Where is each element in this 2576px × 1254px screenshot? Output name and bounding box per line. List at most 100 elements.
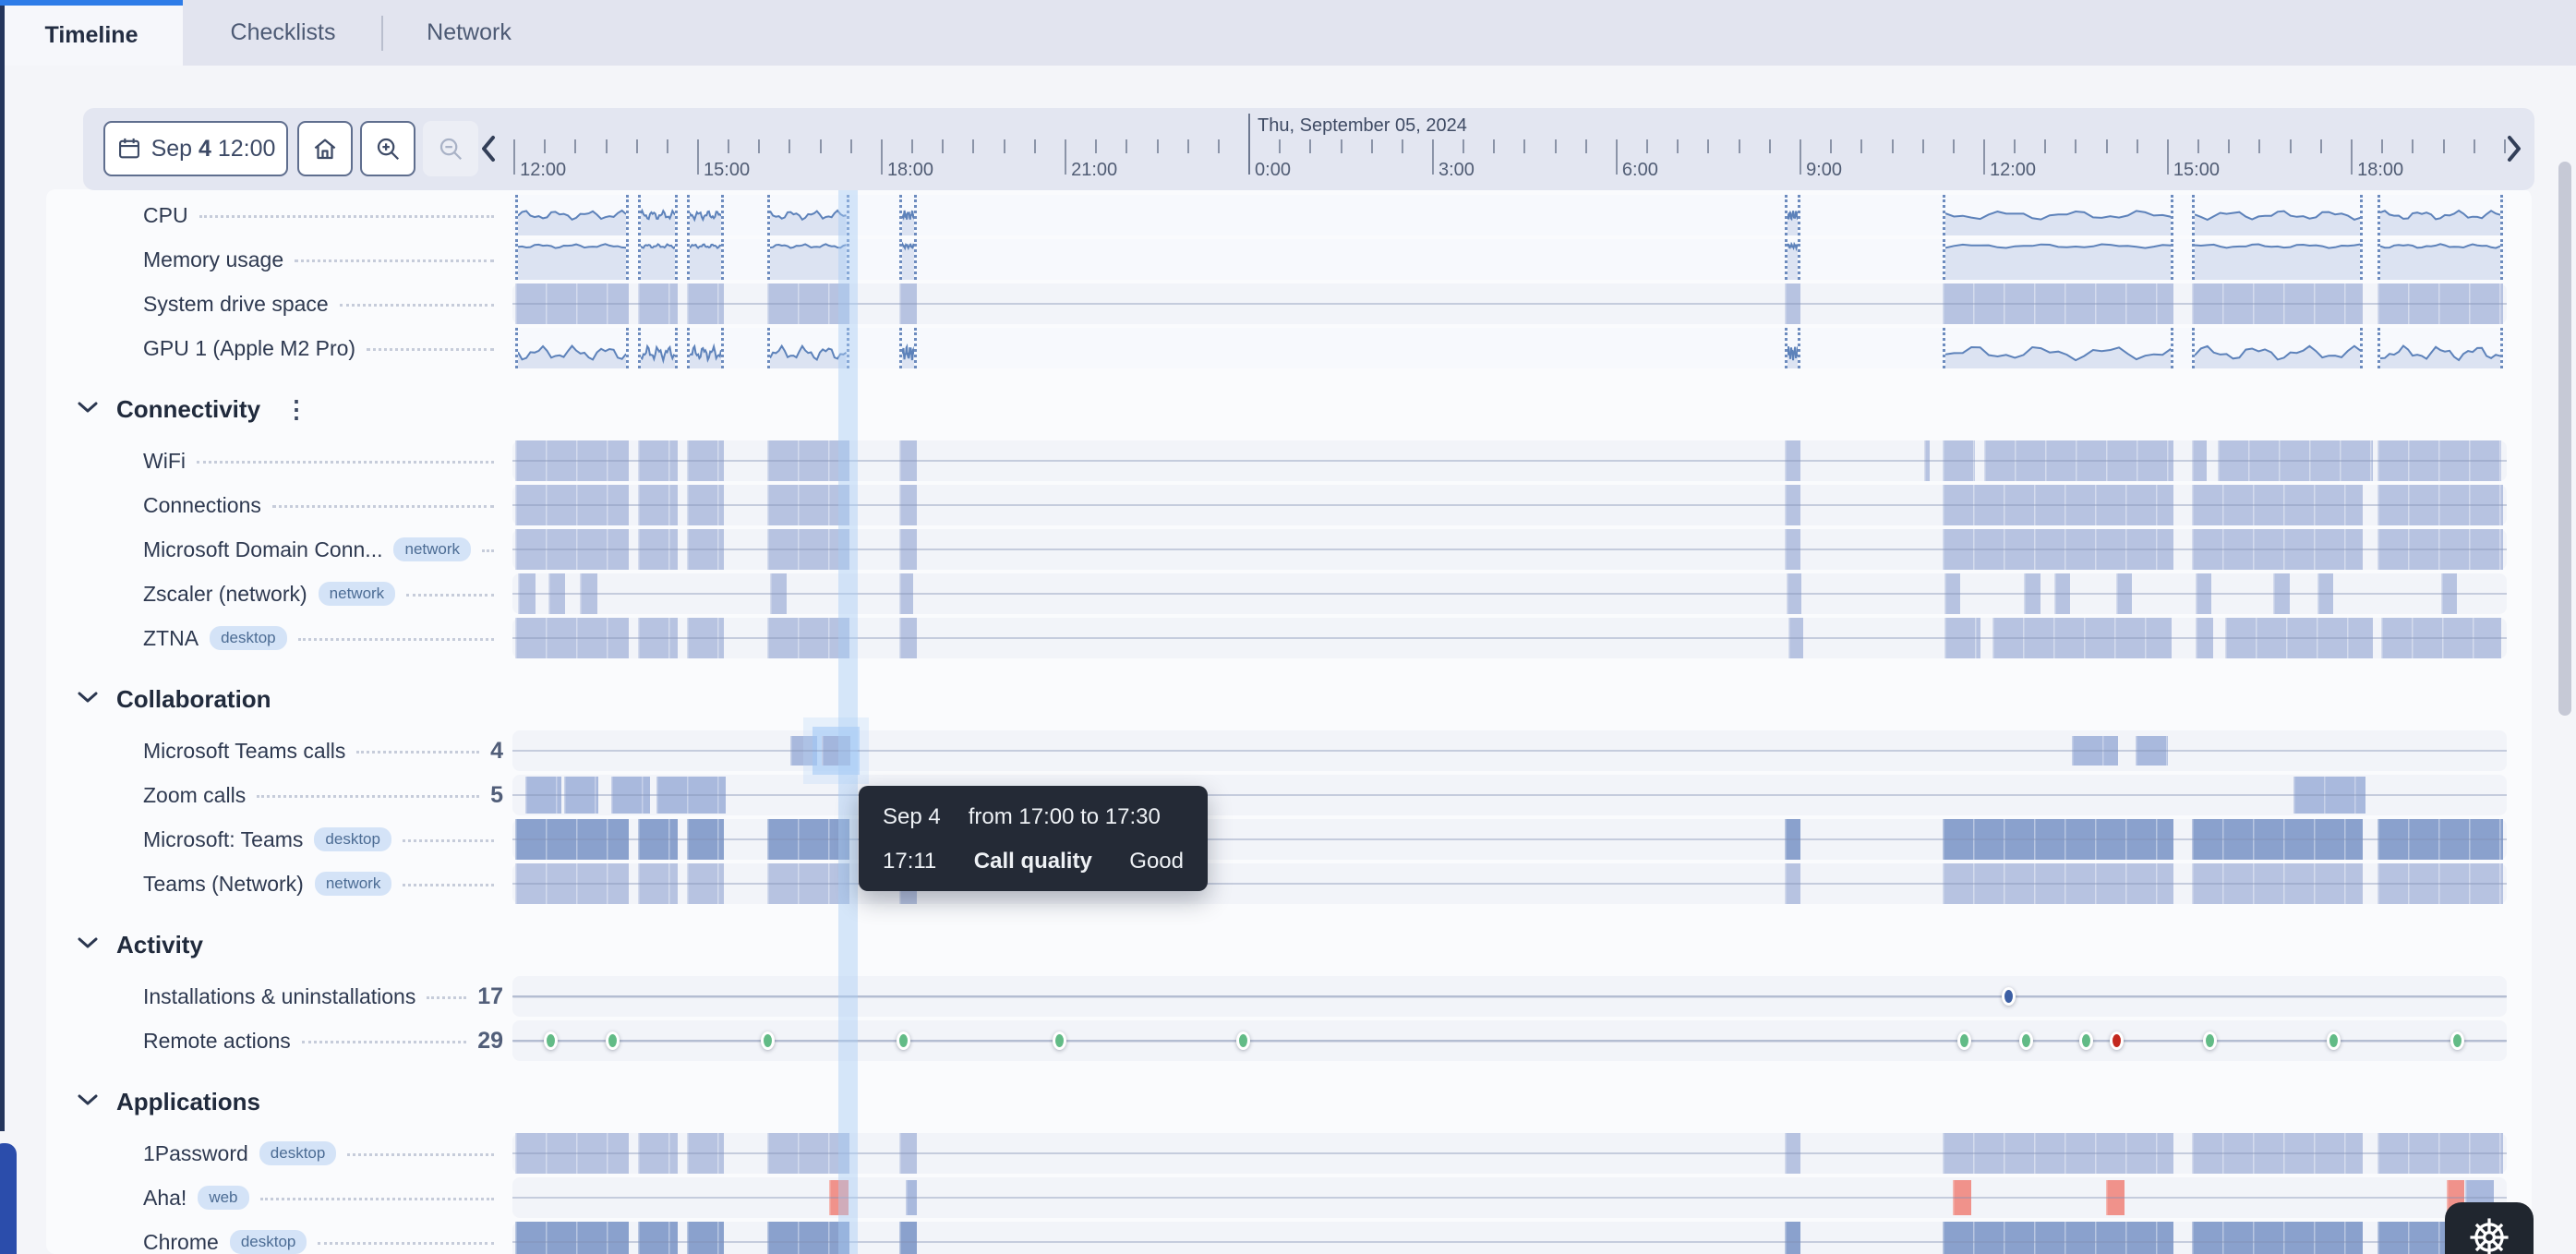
event-dot-green[interactable] [1236, 1031, 1250, 1050]
call-quality-tooltip: Sep 4 from 17:00 to 17:30 17:11 Call qua… [859, 786, 1208, 891]
ruler-major-tick [697, 139, 699, 175]
usage-segment[interactable] [638, 1222, 678, 1254]
ruler-minor-tick [758, 139, 760, 153]
row-labelzone: Aha!web [51, 1176, 512, 1220]
row-track[interactable] [512, 239, 2507, 280]
ruler-minor-tick [1218, 139, 1220, 153]
dotted-leader [367, 348, 494, 351]
tab-checklists[interactable]: Checklists [185, 0, 381, 66]
sparkline-segment [515, 239, 629, 280]
timeline-row-microsoft-domain-conn: Microsoft Domain Conn...network [51, 527, 2530, 572]
ruler-minor-tick [1279, 139, 1281, 153]
zoom-out-icon [437, 135, 464, 163]
ruler-minor-tick [1892, 139, 1894, 153]
ruler-minor-tick [1646, 139, 1648, 153]
pan-left-button[interactable] [476, 128, 500, 169]
row-track[interactable] [512, 529, 2507, 570]
row-track[interactable] [512, 730, 2507, 771]
tooltip-timestamp: 17:11 [883, 849, 936, 874]
usage-segment[interactable] [1943, 1222, 2174, 1254]
support-button[interactable] [2445, 1202, 2534, 1254]
ruler-minor-tick [1739, 139, 1740, 153]
row-track[interactable] [512, 819, 2507, 860]
row-labelzone: Remote actions29 [51, 1019, 512, 1063]
event-dot-green[interactable] [2079, 1031, 2093, 1050]
row-track[interactable] [512, 573, 2507, 614]
ruler-minor-tick [788, 139, 790, 153]
event-dot-green[interactable] [606, 1031, 620, 1050]
usage-segment[interactable] [899, 1222, 917, 1254]
event-dot-green[interactable] [761, 1031, 775, 1050]
event-dot-green[interactable] [2203, 1031, 2217, 1050]
event-dot-blue[interactable] [2002, 987, 2016, 1006]
section-collapse-chevron-icon[interactable] [78, 1093, 98, 1111]
zoom-out-button[interactable] [423, 121, 478, 176]
sparkline-segment [1785, 195, 1800, 235]
sparkline-chart [641, 239, 675, 280]
usage-segment[interactable] [2192, 1222, 2364, 1254]
row-track[interactable] [512, 1133, 2507, 1174]
row-labelzone: Microsoft Domain Conn...network [51, 527, 512, 572]
sparkline-segment [1785, 328, 1800, 368]
event-dot-green[interactable] [544, 1031, 558, 1050]
tab-network[interactable]: Network [381, 0, 557, 66]
ruler-tick-label: 0:00 [1255, 160, 1291, 181]
section-kebab-menu-icon[interactable]: ⋮ [284, 404, 308, 415]
ruler-minor-tick [1707, 139, 1709, 153]
ruler-minor-tick [2443, 139, 2445, 153]
usage-segment[interactable] [767, 1222, 849, 1254]
sparkline-segment [638, 328, 678, 368]
row-track[interactable] [512, 618, 2507, 658]
row-track[interactable] [512, 775, 2507, 815]
row-badge-network: network [319, 582, 396, 606]
usage-segment[interactable] [515, 1222, 629, 1254]
date-picker-label: Sep 4 12:00 [151, 136, 276, 163]
row-label: Teams (Network) [143, 872, 304, 897]
event-dot-green[interactable] [2019, 1031, 2033, 1050]
sparkline-chart [902, 239, 914, 280]
event-dot-red[interactable] [2110, 1031, 2124, 1050]
row-track[interactable] [512, 1177, 2507, 1218]
section-collapse-chevron-icon[interactable] [78, 691, 98, 708]
usage-segment[interactable] [1785, 1222, 1800, 1254]
dotted-leader [347, 1153, 494, 1156]
sparkline-segment [1785, 239, 1800, 280]
ruler-tick-label: 15:00 [704, 160, 750, 181]
event-dot-green[interactable] [2327, 1031, 2341, 1050]
event-dot-green[interactable] [1957, 1031, 1971, 1050]
section-collapse-chevron-icon[interactable] [78, 936, 98, 954]
zoom-in-button[interactable] [360, 121, 415, 176]
row-track[interactable] [512, 976, 2507, 1017]
feedback-tab-handle[interactable] [0, 1143, 17, 1254]
row-track[interactable] [512, 485, 2507, 525]
row-badge-desktop: desktop [210, 626, 287, 650]
row-track[interactable] [512, 328, 2507, 368]
event-dot-green[interactable] [2450, 1031, 2464, 1050]
row-midline [512, 303, 2507, 305]
section-collapse-chevron-icon[interactable] [78, 401, 98, 418]
tab-timeline[interactable]: Timeline [0, 0, 183, 66]
sparkline-chart [2195, 195, 2361, 235]
event-dot-green[interactable] [1053, 1031, 1066, 1050]
home-icon [311, 135, 339, 163]
event-dot-green[interactable] [897, 1031, 910, 1050]
dotted-leader [199, 215, 494, 218]
home-button[interactable] [297, 121, 353, 176]
row-track[interactable] [512, 1020, 2507, 1061]
row-track[interactable] [512, 863, 2507, 904]
vertical-scrollbar[interactable] [2558, 162, 2571, 716]
row-track[interactable] [512, 283, 2507, 324]
timeline-toolbar: Sep 4 12:00 12:0015:0018:0021:000:00Thu,… [83, 108, 2534, 190]
row-labelzone: Installations & uninstallations17 [51, 974, 512, 1019]
ruler-minor-tick [2137, 139, 2138, 153]
row-midline [512, 593, 2507, 595]
date-picker-button[interactable]: Sep 4 12:00 [103, 121, 288, 176]
row-badge-desktop: desktop [259, 1141, 337, 1165]
ruler-minor-tick [1187, 139, 1189, 153]
usage-segment[interactable] [687, 1222, 724, 1254]
row-track[interactable] [512, 195, 2507, 235]
row-track[interactable] [512, 440, 2507, 481]
pan-right-button[interactable] [2502, 128, 2526, 169]
sparkline-segment [767, 239, 849, 280]
row-track[interactable] [512, 1222, 2507, 1254]
